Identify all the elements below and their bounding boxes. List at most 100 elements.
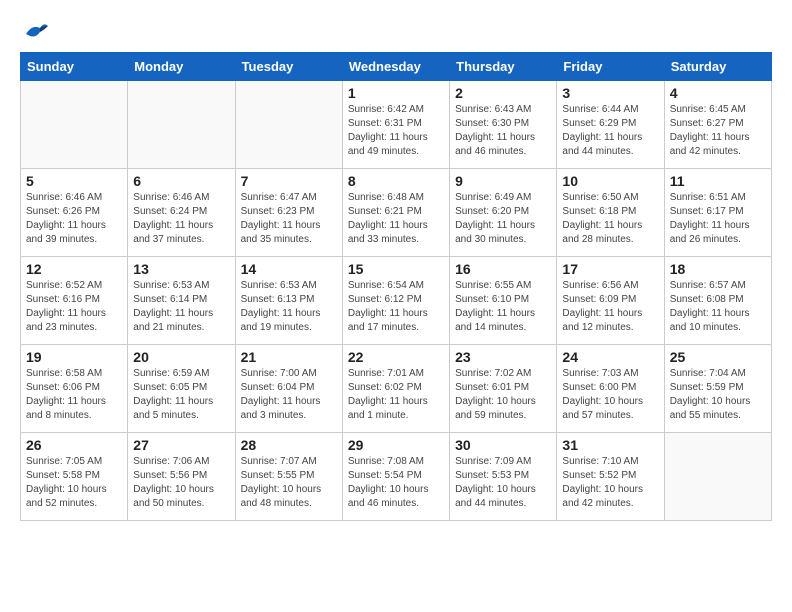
- day-info: Sunrise: 6:47 AM Sunset: 6:23 PM Dayligh…: [241, 191, 337, 247]
- calendar-week-row: 19Sunrise: 6:58 AM Sunset: 6:06 PM Dayli…: [21, 345, 772, 433]
- calendar-cell: 2 Sunrise: 6:43 AM Sunset: 6:30 PM Daylig…: [450, 81, 557, 169]
- logo: [20, 20, 50, 42]
- calendar-cell: 3 Sunrise: 6:44 AM Sunset: 6:29 PM Daylig…: [557, 81, 664, 169]
- day-info: Sunrise: 6:46 AM Sunset: 6:24 PM Dayligh…: [133, 191, 229, 247]
- calendar-cell: 27Sunrise: 7:06 AM Sunset: 5:56 PM Dayli…: [128, 433, 235, 521]
- day-info: Sunrise: 7:07 AM Sunset: 5:55 PM Dayligh…: [241, 455, 337, 511]
- calendar-cell: 1 Sunrise: 6:42 AM Sunset: 6:31 PM Daylig…: [342, 81, 449, 169]
- day-number: 29: [348, 437, 444, 453]
- day-info: Sunrise: 6:51 AM Sunset: 6:17 PM Dayligh…: [670, 191, 766, 247]
- calendar-cell: 8Sunrise: 6:48 AM Sunset: 6:21 PM Daylig…: [342, 169, 449, 257]
- calendar-cell: 21 Sunrise: 7:00 AM Sunset: 6:04 PM Dayli…: [235, 345, 342, 433]
- weekday-header-wednesday: Wednesday: [342, 53, 449, 81]
- day-number: 6: [133, 173, 229, 189]
- day-info: Sunrise: 7:00 AM Sunset: 6:04 PM Dayligh…: [241, 367, 337, 423]
- weekday-header-tuesday: Tuesday: [235, 53, 342, 81]
- day-number: 2: [455, 85, 551, 101]
- calendar-cell: 22Sunrise: 7:01 AM Sunset: 6:02 PM Dayli…: [342, 345, 449, 433]
- calendar-cell: 19Sunrise: 6:58 AM Sunset: 6:06 PM Dayli…: [21, 345, 128, 433]
- day-number: 1: [348, 85, 444, 101]
- calendar-week-row: 5 Sunrise: 6:46 AM Sunset: 6:26 PM Daylig…: [21, 169, 772, 257]
- day-info: Sunrise: 6:43 AM Sunset: 6:30 PM Dayligh…: [455, 103, 551, 159]
- calendar-cell: 29 Sunrise: 7:08 AM Sunset: 5:54 PM Dayli…: [342, 433, 449, 521]
- day-info: Sunrise: 6:57 AM Sunset: 6:08 PM Dayligh…: [670, 279, 766, 335]
- calendar-week-row: 1 Sunrise: 6:42 AM Sunset: 6:31 PM Daylig…: [21, 81, 772, 169]
- day-number: 27: [133, 437, 229, 453]
- day-info: Sunrise: 6:45 AM Sunset: 6:27 PM Dayligh…: [670, 103, 766, 159]
- calendar-cell: 28Sunrise: 7:07 AM Sunset: 5:55 PM Dayli…: [235, 433, 342, 521]
- calendar-cell: 26 Sunrise: 7:05 AM Sunset: 5:58 PM Dayli…: [21, 433, 128, 521]
- day-info: Sunrise: 7:09 AM Sunset: 5:53 PM Dayligh…: [455, 455, 551, 511]
- calendar-cell: [235, 81, 342, 169]
- day-info: Sunrise: 7:05 AM Sunset: 5:58 PM Dayligh…: [26, 455, 122, 511]
- day-number: 13: [133, 261, 229, 277]
- day-info: Sunrise: 7:02 AM Sunset: 6:01 PM Dayligh…: [455, 367, 551, 423]
- day-number: 10: [562, 173, 658, 189]
- logo-bird-icon: [22, 20, 50, 42]
- day-info: Sunrise: 6:44 AM Sunset: 6:29 PM Dayligh…: [562, 103, 658, 159]
- calendar-header-row: SundayMondayTuesdayWednesdayThursdayFrid…: [21, 53, 772, 81]
- day-info: Sunrise: 6:52 AM Sunset: 6:16 PM Dayligh…: [26, 279, 122, 335]
- day-number: 25: [670, 349, 766, 365]
- calendar-cell: 9 Sunrise: 6:49 AM Sunset: 6:20 PM Daylig…: [450, 169, 557, 257]
- day-info: Sunrise: 7:08 AM Sunset: 5:54 PM Dayligh…: [348, 455, 444, 511]
- day-info: Sunrise: 6:55 AM Sunset: 6:10 PM Dayligh…: [455, 279, 551, 335]
- calendar-cell: 31 Sunrise: 7:10 AM Sunset: 5:52 PM Dayli…: [557, 433, 664, 521]
- page-header: [20, 20, 772, 42]
- day-number: 16: [455, 261, 551, 277]
- day-info: Sunrise: 6:56 AM Sunset: 6:09 PM Dayligh…: [562, 279, 658, 335]
- calendar-cell: 12 Sunrise: 6:52 AM Sunset: 6:16 PM Dayli…: [21, 257, 128, 345]
- calendar-cell: 5 Sunrise: 6:46 AM Sunset: 6:26 PM Daylig…: [21, 169, 128, 257]
- calendar-cell: 6 Sunrise: 6:46 AM Sunset: 6:24 PM Daylig…: [128, 169, 235, 257]
- weekday-header-sunday: Sunday: [21, 53, 128, 81]
- day-number: 26: [26, 437, 122, 453]
- calendar-cell: 25 Sunrise: 7:04 AM Sunset: 5:59 PM Dayli…: [664, 345, 771, 433]
- calendar-cell: 18Sunrise: 6:57 AM Sunset: 6:08 PM Dayli…: [664, 257, 771, 345]
- calendar-cell: 24Sunrise: 7:03 AM Sunset: 6:00 PM Dayli…: [557, 345, 664, 433]
- day-number: 7: [241, 173, 337, 189]
- calendar-table: SundayMondayTuesdayWednesdayThursdayFrid…: [20, 52, 772, 521]
- weekday-header-friday: Friday: [557, 53, 664, 81]
- day-number: 3: [562, 85, 658, 101]
- calendar-week-row: 12 Sunrise: 6:52 AM Sunset: 6:16 PM Dayli…: [21, 257, 772, 345]
- calendar-cell: 10 Sunrise: 6:50 AM Sunset: 6:18 PM Dayli…: [557, 169, 664, 257]
- day-info: Sunrise: 6:53 AM Sunset: 6:13 PM Dayligh…: [241, 279, 337, 335]
- day-number: 31: [562, 437, 658, 453]
- calendar-cell: 11Sunrise: 6:51 AM Sunset: 6:17 PM Dayli…: [664, 169, 771, 257]
- day-info: Sunrise: 6:58 AM Sunset: 6:06 PM Dayligh…: [26, 367, 122, 423]
- day-info: Sunrise: 6:49 AM Sunset: 6:20 PM Dayligh…: [455, 191, 551, 247]
- day-number: 5: [26, 173, 122, 189]
- day-info: Sunrise: 6:50 AM Sunset: 6:18 PM Dayligh…: [562, 191, 658, 247]
- calendar-cell: 13 Sunrise: 6:53 AM Sunset: 6:14 PM Dayli…: [128, 257, 235, 345]
- calendar-cell: 15 Sunrise: 6:54 AM Sunset: 6:12 PM Dayli…: [342, 257, 449, 345]
- day-number: 12: [26, 261, 122, 277]
- day-info: Sunrise: 7:10 AM Sunset: 5:52 PM Dayligh…: [562, 455, 658, 511]
- day-info: Sunrise: 7:04 AM Sunset: 5:59 PM Dayligh…: [670, 367, 766, 423]
- calendar-cell: 23 Sunrise: 7:02 AM Sunset: 6:01 PM Dayli…: [450, 345, 557, 433]
- day-number: 23: [455, 349, 551, 365]
- day-number: 20: [133, 349, 229, 365]
- calendar-week-row: 26 Sunrise: 7:05 AM Sunset: 5:58 PM Dayli…: [21, 433, 772, 521]
- calendar-cell: 20 Sunrise: 6:59 AM Sunset: 6:05 PM Dayli…: [128, 345, 235, 433]
- day-number: 9: [455, 173, 551, 189]
- calendar-cell: 4Sunrise: 6:45 AM Sunset: 6:27 PM Daylig…: [664, 81, 771, 169]
- day-info: Sunrise: 6:53 AM Sunset: 6:14 PM Dayligh…: [133, 279, 229, 335]
- day-number: 8: [348, 173, 444, 189]
- weekday-header-saturday: Saturday: [664, 53, 771, 81]
- day-info: Sunrise: 6:46 AM Sunset: 6:26 PM Dayligh…: [26, 191, 122, 247]
- day-info: Sunrise: 6:59 AM Sunset: 6:05 PM Dayligh…: [133, 367, 229, 423]
- day-info: Sunrise: 7:01 AM Sunset: 6:02 PM Dayligh…: [348, 367, 444, 423]
- day-number: 30: [455, 437, 551, 453]
- calendar-cell: [664, 433, 771, 521]
- day-number: 15: [348, 261, 444, 277]
- calendar-cell: 17Sunrise: 6:56 AM Sunset: 6:09 PM Dayli…: [557, 257, 664, 345]
- day-info: Sunrise: 6:54 AM Sunset: 6:12 PM Dayligh…: [348, 279, 444, 335]
- day-number: 24: [562, 349, 658, 365]
- day-number: 21: [241, 349, 337, 365]
- day-info: Sunrise: 6:42 AM Sunset: 6:31 PM Dayligh…: [348, 103, 444, 159]
- weekday-header-thursday: Thursday: [450, 53, 557, 81]
- calendar-cell: [128, 81, 235, 169]
- calendar-cell: [21, 81, 128, 169]
- calendar-cell: 14Sunrise: 6:53 AM Sunset: 6:13 PM Dayli…: [235, 257, 342, 345]
- calendar-cell: 16 Sunrise: 6:55 AM Sunset: 6:10 PM Dayli…: [450, 257, 557, 345]
